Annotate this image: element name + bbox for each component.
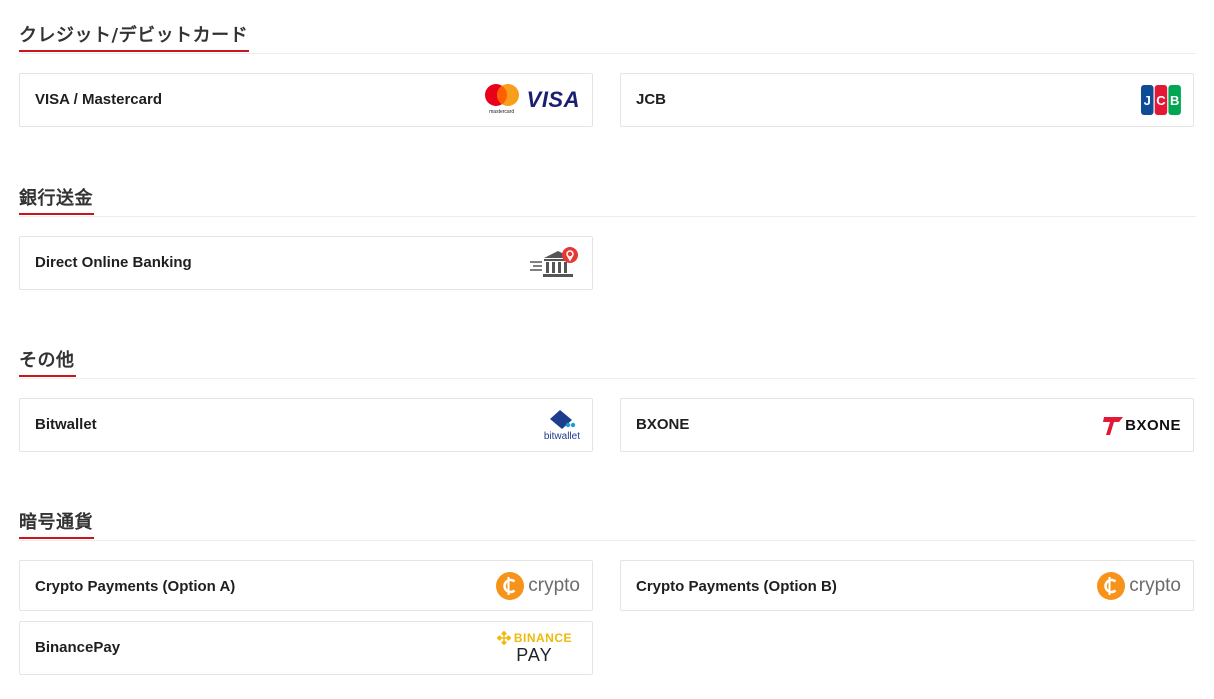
payment-option-label: JCB xyxy=(636,91,667,108)
section-cards: クレジット/デビットカード xyxy=(19,22,1196,54)
payment-option-binancepay[interactable]: BinancePay BINANCE PAY xyxy=(19,621,593,675)
section-header: クレジット/デビットカード xyxy=(19,22,1196,54)
binance-pay-logo: BINANCE PAY xyxy=(496,622,572,674)
mastercard-caption: mastercard xyxy=(489,109,515,115)
crypto-logo-text: crypto xyxy=(528,574,580,596)
pay-logo-text: PAY xyxy=(516,644,553,665)
bank-transfer-icon xyxy=(530,237,580,289)
payment-option-label: BXONE xyxy=(636,416,690,433)
section-title: 暗号通貨 xyxy=(19,509,94,539)
bxone-logo: BXONE xyxy=(1103,399,1181,451)
payment-option-label: VISA / Mastercard xyxy=(35,91,162,108)
section-others: その他 xyxy=(19,347,1196,379)
payment-option-visa-mastercard[interactable]: VISA / Mastercard mastercard VISA xyxy=(19,73,593,127)
payment-option-crypto-b[interactable]: Crypto Payments (Option B) crypto xyxy=(620,560,1194,611)
crypto-coin-icon xyxy=(496,571,525,600)
jcb-letter-b: B xyxy=(1170,93,1179,108)
payment-option-label: Direct Online Banking xyxy=(35,254,192,271)
payment-option-label: Crypto Payments (Option A) xyxy=(35,578,236,595)
payment-option-label: BinancePay xyxy=(35,639,121,656)
bitwallet-logo-text: bitwallet xyxy=(543,430,580,442)
section-title: クレジット/デビットカード xyxy=(19,22,250,52)
binance-icon xyxy=(496,630,511,645)
payment-option-label: Crypto Payments (Option B) xyxy=(636,578,837,595)
visa-icon: VISA xyxy=(526,87,580,112)
section-title: その他 xyxy=(19,347,76,377)
binance-logo-text: BINANCE xyxy=(513,630,572,645)
payment-option-bxone[interactable]: BXONE BXONE xyxy=(620,398,1194,452)
section-header: その他 xyxy=(19,347,1196,379)
bitwallet-logo: bitwallet xyxy=(544,399,580,451)
payment-option-label: Bitwallet xyxy=(35,416,97,433)
payment-option-direct-online-banking[interactable]: Direct Online Banking xyxy=(19,236,593,290)
payment-option-crypto-a[interactable]: Crypto Payments (Option A) crypto xyxy=(19,560,593,611)
jcb-letter-j: J xyxy=(1144,93,1151,108)
section-title: 銀行送金 xyxy=(19,185,94,215)
section-bank-transfer: 銀行送金 xyxy=(19,185,1196,217)
section-header: 銀行送金 xyxy=(19,185,1196,217)
jcb-letter-c: C xyxy=(1156,93,1166,108)
jcb-logo: J C B xyxy=(1141,74,1181,126)
crypto-coin-icon xyxy=(1097,571,1126,600)
visa-mastercard-logo: mastercard VISA xyxy=(483,74,580,126)
crypto-logo: crypto xyxy=(496,561,580,610)
bxone-logo-text: BXONE xyxy=(1125,416,1181,434)
section-crypto: 暗号通貨 xyxy=(19,509,1196,541)
payment-option-jcb[interactable]: JCB J C B xyxy=(620,73,1194,127)
payment-option-bitwallet[interactable]: Bitwallet bitwallet xyxy=(19,398,593,452)
crypto-logo: crypto xyxy=(1097,561,1181,610)
mastercard-icon: mastercard xyxy=(483,83,521,117)
crypto-logo-text: crypto xyxy=(1129,574,1181,596)
section-header: 暗号通貨 xyxy=(19,509,1196,541)
